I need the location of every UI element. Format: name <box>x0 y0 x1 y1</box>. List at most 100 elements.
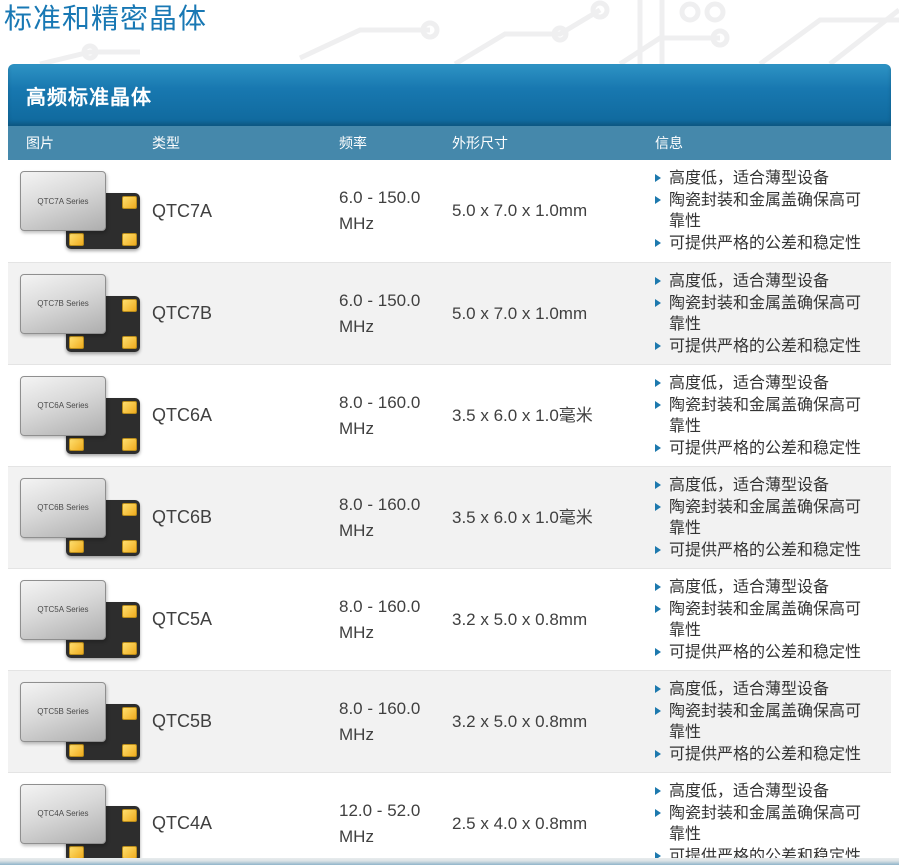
info-item: 高度低，适合薄型设备 <box>655 271 865 292</box>
gold-pad-icon <box>122 605 137 618</box>
column-header-info: 信息 <box>653 133 891 153</box>
info-item: 高度低，适合薄型设备 <box>655 781 865 802</box>
type-value: QTC7B <box>152 303 212 323</box>
info-item: 陶瓷封装和金属盖确保高可靠性 <box>655 701 865 743</box>
product-image: QTC7B Series <box>20 272 142 356</box>
gold-pad-icon <box>122 233 137 246</box>
type-cell: QTC6A <box>150 405 337 426</box>
bullet-triangle-icon <box>655 239 661 247</box>
dimensions-cell: 3.2 x 5.0 x 0.8mm <box>450 709 653 735</box>
gold-pad-icon <box>122 540 137 553</box>
dimensions-cell: 3.2 x 5.0 x 0.8mm <box>450 607 653 633</box>
image-cell: QTC7A Series <box>8 169 150 253</box>
table-column-header: 图片 类型 频率 外形尺寸 信息 <box>8 126 891 160</box>
type-value: QTC6B <box>152 507 212 527</box>
info-list: 高度低，适合薄型设备陶瓷封装和金属盖确保高可靠性可提供严格的公差和稳定性 <box>655 373 865 459</box>
frequency-value: 8.0 - 160.0 MHz <box>339 393 420 438</box>
info-list: 高度低，适合薄型设备陶瓷封装和金属盖确保高可靠性可提供严格的公差和稳定性 <box>655 577 865 663</box>
product-image: QTC6B Series <box>20 476 142 560</box>
info-item: 可提供严格的公差和稳定性 <box>655 642 865 663</box>
frequency-value: 12.0 - 52.0 MHz <box>339 801 420 846</box>
gold-pad-icon <box>69 540 84 553</box>
info-item-text: 陶瓷封装和金属盖确保高可靠性 <box>669 190 865 232</box>
info-item-text: 高度低，适合薄型设备 <box>669 271 829 292</box>
dimensions-value: 3.5 x 6.0 x 1.0毫米 <box>452 508 593 527</box>
frequency-cell: 8.0 - 160.0 MHz <box>337 492 450 544</box>
image-cell: QTC5A Series <box>8 578 150 662</box>
product-image-label: QTC6B Series <box>37 503 89 512</box>
type-cell: QTC5A <box>150 609 337 630</box>
bullet-triangle-icon <box>655 583 661 591</box>
type-value: QTC5A <box>152 609 212 629</box>
table-row: QTC7A Series QTC7A 6.0 - 150.0 MHz 5.0 x… <box>8 160 891 262</box>
info-item-text: 高度低，适合薄型设备 <box>669 781 829 802</box>
info-item: 可提供严格的公差和稳定性 <box>655 438 865 459</box>
info-item: 高度低，适合薄型设备 <box>655 475 865 496</box>
bullet-triangle-icon <box>655 546 661 554</box>
dimensions-value: 3.2 x 5.0 x 0.8mm <box>452 610 587 629</box>
section-title: 高频标准晶体 <box>26 81 152 110</box>
frequency-cell: 8.0 - 160.0 MHz <box>337 696 450 748</box>
frequency-cell: 8.0 - 160.0 MHz <box>337 390 450 442</box>
info-item-text: 陶瓷封装和金属盖确保高可靠性 <box>669 395 865 437</box>
dimensions-cell: 5.0 x 7.0 x 1.0mm <box>450 301 653 327</box>
crystal-lid-graphic: QTC6A Series <box>20 376 106 436</box>
info-item: 可提供严格的公差和稳定性 <box>655 336 865 357</box>
frequency-value: 6.0 - 150.0 MHz <box>339 188 420 233</box>
info-item: 陶瓷封装和金属盖确保高可靠性 <box>655 395 865 437</box>
product-image-label: QTC6A Series <box>37 401 88 410</box>
info-item-text: 陶瓷封装和金属盖确保高可靠性 <box>669 803 865 845</box>
bullet-triangle-icon <box>655 379 661 387</box>
info-item: 高度低，适合薄型设备 <box>655 679 865 700</box>
frequency-value: 6.0 - 150.0 MHz <box>339 291 420 336</box>
info-item-text: 高度低，适合薄型设备 <box>669 168 829 189</box>
info-item: 陶瓷封装和金属盖确保高可靠性 <box>655 293 865 335</box>
table-row: QTC6A Series QTC6A 8.0 - 160.0 MHz 3.5 x… <box>8 364 891 466</box>
crystal-lid-graphic: QTC4A Series <box>20 784 106 844</box>
type-value: QTC7A <box>152 201 212 221</box>
product-page: 标准和精密晶体 高频标准晶体 图片 类型 频率 外形尺寸 信息 Q <box>0 0 899 865</box>
info-list: 高度低，适合薄型设备陶瓷封装和金属盖确保高可靠性可提供严格的公差和稳定性 <box>655 679 865 765</box>
bullet-triangle-icon <box>655 707 661 715</box>
product-image-label: QTC7B Series <box>37 299 89 308</box>
info-item-text: 陶瓷封装和金属盖确保高可靠性 <box>669 599 865 641</box>
bullet-triangle-icon <box>655 481 661 489</box>
product-image: QTC6A Series <box>20 374 142 458</box>
image-cell: QTC6B Series <box>8 476 150 560</box>
bullet-triangle-icon <box>655 174 661 182</box>
frequency-cell: 6.0 - 150.0 MHz <box>337 288 450 340</box>
info-item-text: 可提供严格的公差和稳定性 <box>669 642 861 663</box>
info-item: 可提供严格的公差和稳定性 <box>655 233 865 254</box>
info-item: 陶瓷封装和金属盖确保高可靠性 <box>655 599 865 641</box>
column-header-frequency: 频率 <box>337 133 450 153</box>
info-item: 陶瓷封装和金属盖确保高可靠性 <box>655 497 865 539</box>
info-cell: 高度低，适合薄型设备陶瓷封装和金属盖确保高可靠性可提供严格的公差和稳定性 <box>653 780 891 865</box>
bullet-triangle-icon <box>655 750 661 758</box>
type-value: QTC5B <box>152 711 212 731</box>
frequency-cell: 12.0 - 52.0 MHz <box>337 798 450 850</box>
gold-pad-icon <box>69 438 84 451</box>
info-list: 高度低，适合薄型设备陶瓷封装和金属盖确保高可靠性可提供严格的公差和稳定性 <box>655 475 865 561</box>
dimensions-cell: 5.0 x 7.0 x 1.0mm <box>450 198 653 224</box>
crystal-lid-graphic: QTC5B Series <box>20 682 106 742</box>
gold-pad-icon <box>69 744 84 757</box>
gold-pad-icon <box>122 438 137 451</box>
dimensions-value: 5.0 x 7.0 x 1.0mm <box>452 304 587 323</box>
info-cell: 高度低，适合薄型设备陶瓷封装和金属盖确保高可靠性可提供严格的公差和稳定性 <box>653 372 891 460</box>
product-image: QTC5A Series <box>20 578 142 662</box>
bullet-triangle-icon <box>655 503 661 511</box>
info-item-text: 陶瓷封装和金属盖确保高可靠性 <box>669 701 865 743</box>
product-image-label: QTC7A Series <box>37 197 88 206</box>
product-table-card: 高频标准晶体 图片 类型 频率 外形尺寸 信息 QTC7A Series <box>8 64 891 865</box>
info-item-text: 高度低，适合薄型设备 <box>669 679 829 700</box>
gold-pad-icon <box>122 299 137 312</box>
info-item: 高度低，适合薄型设备 <box>655 577 865 598</box>
info-list: 高度低，适合薄型设备陶瓷封装和金属盖确保高可靠性可提供严格的公差和稳定性 <box>655 271 865 357</box>
gold-pad-icon <box>122 809 137 822</box>
type-value: QTC4A <box>152 813 212 833</box>
table-row: QTC4A Series QTC4A 12.0 - 52.0 MHz 2.5 x… <box>8 772 891 865</box>
top-banner: 标准和精密晶体 <box>0 0 899 64</box>
info-item: 可提供严格的公差和稳定性 <box>655 540 865 561</box>
bullet-triangle-icon <box>655 342 661 350</box>
info-item-text: 陶瓷封装和金属盖确保高可靠性 <box>669 293 865 335</box>
